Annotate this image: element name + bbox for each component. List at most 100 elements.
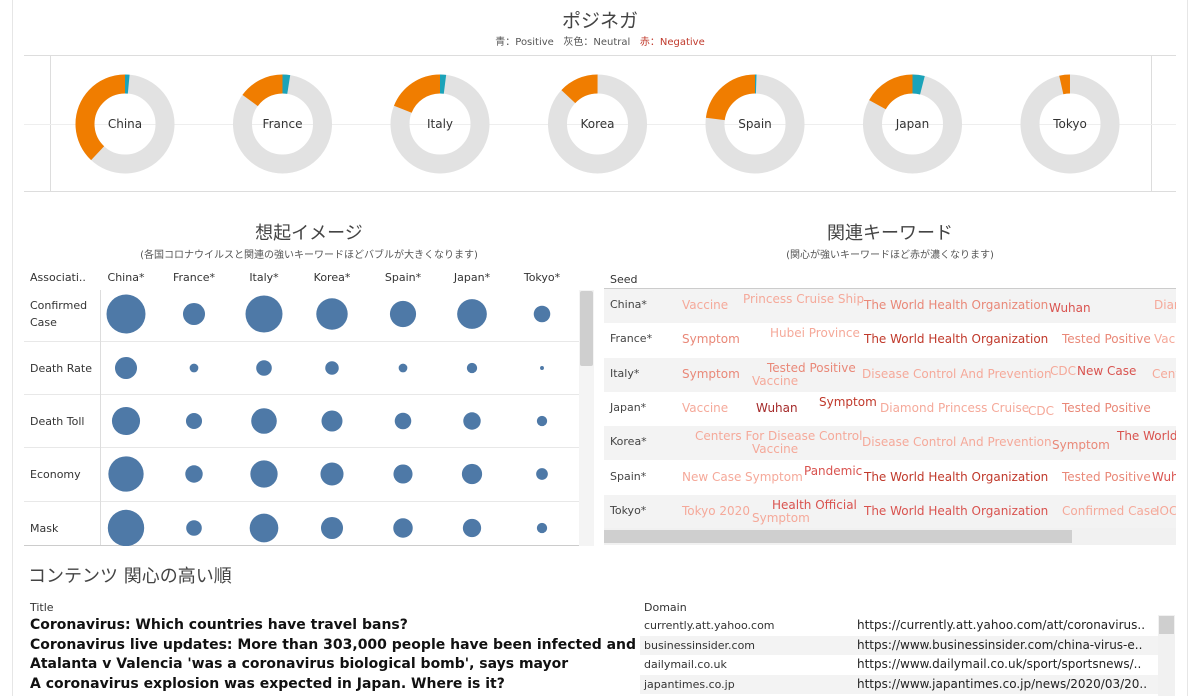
bubble[interactable] [325,361,339,375]
keyword[interactable]: The World Health Organization [864,470,1048,484]
bubble[interactable] [462,518,482,538]
donut-france[interactable]: France [227,68,339,180]
content-title[interactable]: Coronavirus: Which countries have travel… [30,617,640,633]
keyword[interactable]: The World Health Organization [864,298,1048,312]
bubble[interactable] [533,305,551,323]
keyword[interactable]: Tested Positive [1062,332,1151,346]
association-scroll-thumb[interactable] [580,291,593,366]
keyword[interactable]: Symptom [682,367,740,381]
bubble[interactable] [256,360,272,376]
donut-italy[interactable]: Italy [388,72,492,176]
keyword[interactable]: Health Official [772,498,857,512]
keyword[interactable]: IOC [1156,504,1176,518]
keyword[interactable]: Tested Positive [767,361,856,375]
bubble[interactable] [394,412,412,430]
content-url[interactable]: https://www.dailymail.co.uk/sport/sports… [857,657,1141,671]
keyword[interactable]: Pandemic [804,464,862,478]
keyword[interactable]: Wuhan [1049,301,1091,315]
keyword[interactable]: Vacc [1154,332,1176,346]
bubble[interactable] [536,415,548,427]
bubble[interactable] [185,465,203,483]
keyword[interactable]: Vaccine [682,401,728,415]
bubble[interactable] [536,468,548,480]
column-header[interactable]: Tokyo* [512,271,572,284]
donut-japan[interactable]: Japan [858,70,967,179]
bubble[interactable] [393,464,413,484]
keyword[interactable]: Hubei Province [770,326,860,340]
keyword[interactable]: Diam [1154,298,1176,312]
keyword[interactable]: Symptom [682,332,740,346]
keyword[interactable]: The World Health Organization [864,504,1048,518]
keyword[interactable]: Vaccine [752,374,798,388]
bubble[interactable] [186,520,202,536]
keyword[interactable]: Center [1152,367,1176,381]
bubble[interactable] [393,518,413,538]
keyword[interactable]: The World [1117,429,1176,443]
association-bubble-chart[interactable] [100,290,580,546]
bubble[interactable] [182,302,206,326]
keyword[interactable]: Symptom [819,395,877,409]
keyword[interactable]: Disease Control And Prevention [862,435,1052,449]
keyword[interactable]: CDC [1050,364,1076,378]
keyword[interactable]: CDC [1028,404,1054,418]
keyword[interactable]: Princess Cruise Ship [743,292,864,306]
bubble[interactable] [107,509,145,546]
bubble[interactable] [463,412,481,430]
bubble[interactable] [106,294,146,334]
keyword[interactable]: Tested Positive [1062,401,1151,415]
column-header[interactable]: Spain* [373,271,433,284]
keyword[interactable]: Wuh [1152,470,1176,484]
column-header[interactable]: France* [164,271,224,284]
bubble[interactable] [245,295,283,333]
bubble[interactable] [108,456,144,492]
bubble[interactable] [398,363,408,373]
keyword[interactable]: Diamond Princess Cruise [880,401,1029,415]
keyword[interactable]: New Case [682,470,741,484]
column-header[interactable]: China* [96,271,156,284]
keyword[interactable]: Tokyo 2020 [682,504,750,518]
keyword[interactable]: The World Health Organization [864,332,1048,346]
keyword[interactable]: Symptom [1052,438,1110,452]
content-title[interactable]: A coronavirus explosion was expected in … [30,676,640,692]
keyword[interactable]: Centers For Disease Control [695,429,862,443]
bubble[interactable] [114,356,138,380]
bubble[interactable] [111,406,141,436]
content-url[interactable]: https://www.businessinsider.com/china-vi… [857,638,1142,652]
keyword[interactable]: Tested Positive [1062,470,1151,484]
donut-spain[interactable]: Spain [705,74,805,174]
content-url[interactable]: https://www.japantimes.co.jp/news/2020/0… [857,677,1147,691]
bubble[interactable] [189,363,199,373]
content-url[interactable]: https://currently.att.yahoo.com/att/coro… [857,618,1145,632]
column-header[interactable]: Korea* [302,271,362,284]
bubble[interactable] [466,362,478,374]
contents-scroll-thumb[interactable] [1159,616,1174,634]
bubble[interactable] [389,300,417,328]
content-title[interactable]: Atalanta v Valencia 'was a coronavirus b… [30,656,640,672]
keyword[interactable]: Vaccine [682,298,728,312]
keyword[interactable]: Confirmed Case [1062,504,1157,518]
bubble[interactable] [249,513,279,543]
bubble[interactable] [316,298,348,330]
donut-tokyo[interactable]: Tokyo [1020,74,1120,174]
column-header[interactable]: Japan* [442,271,502,284]
bubble[interactable] [250,460,278,488]
bubble[interactable] [457,299,487,329]
keyword[interactable]: Wuhan [756,401,798,415]
content-title[interactable]: Coronavirus live updates: More than 303,… [30,637,640,653]
bubble[interactable] [536,522,548,534]
bubble[interactable] [251,408,277,434]
bubble[interactable] [540,366,544,370]
keyword[interactable]: New Case [1077,364,1136,378]
donut-chart-area[interactable]: China France Italy Korea Spain Japan Tokyo [24,56,1176,193]
bubble[interactable] [321,410,343,432]
bubble[interactable] [320,516,344,540]
bubble[interactable] [461,463,483,485]
bubble[interactable] [320,462,344,486]
keywords-scroll-thumb[interactable] [604,530,1072,543]
keyword[interactable]: Disease Control And Prevention [862,367,1052,381]
column-header[interactable]: Italy* [234,271,294,284]
keyword[interactable]: Symptom [745,470,803,484]
keyword[interactable]: Symptom [752,511,810,525]
bubble[interactable] [185,412,203,430]
keyword[interactable]: Vaccine [752,442,798,456]
